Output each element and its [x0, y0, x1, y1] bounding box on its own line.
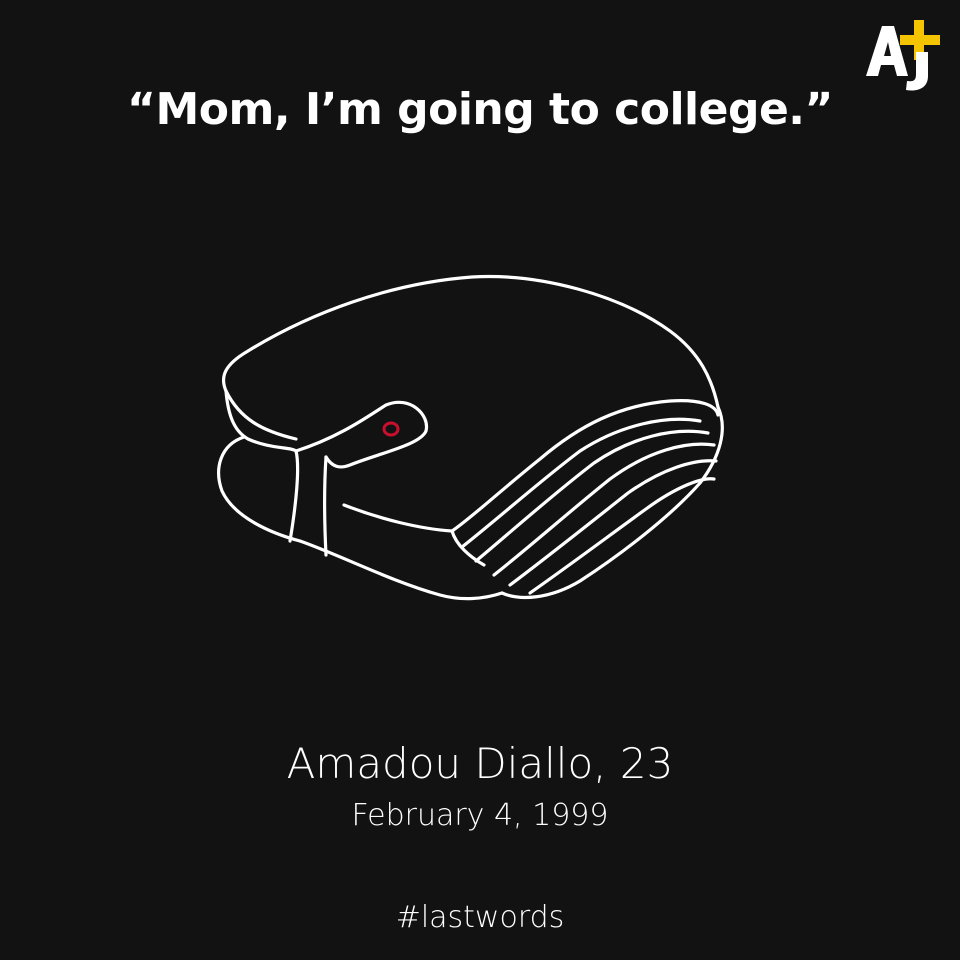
quote-text: “Mom, I’m going to college.”: [127, 84, 833, 135]
person-name: Amadou Diallo, 23: [286, 739, 674, 788]
hashtag: #lastwords: [395, 900, 565, 935]
death-date: February 4, 1999: [351, 798, 609, 833]
wallet-icon: [217, 274, 724, 601]
